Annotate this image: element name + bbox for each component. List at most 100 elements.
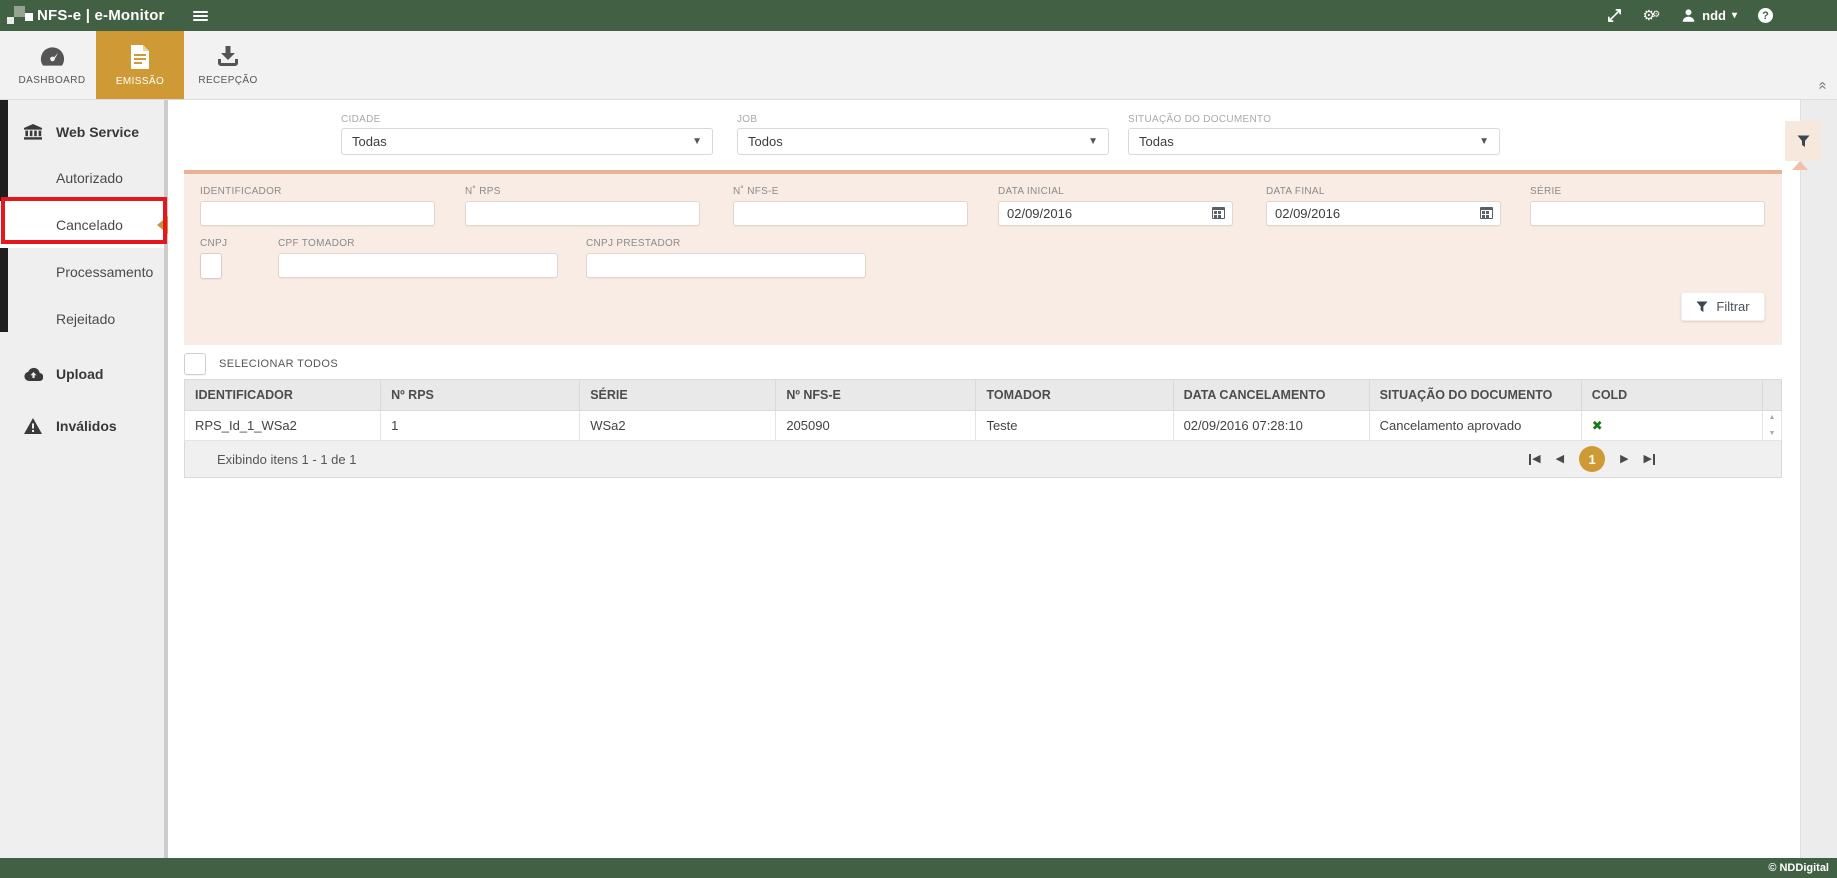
- document-icon: [129, 44, 151, 70]
- table-header-row: IDENTIFICADOR Nº RPS SÉRIE Nº NFS-E TOMA…: [185, 380, 1782, 411]
- sidebar-item-label: Autorizado: [56, 170, 123, 186]
- col-situacao[interactable]: SITUAÇÃO DO DOCUMENTO: [1369, 380, 1581, 411]
- job-select[interactable]: Todos ▼: [737, 128, 1109, 155]
- cpf-tomador-field-group: CPF TOMADOR: [278, 238, 558, 278]
- col-n-rps[interactable]: Nº RPS: [381, 380, 580, 411]
- n-rps-label: N˚ RPS: [465, 186, 700, 197]
- data-final-label: DATA FINAL: [1266, 186, 1501, 197]
- tab-recepcao[interactable]: RECEPÇÃO: [184, 31, 272, 99]
- dashboard-gauge-icon: [39, 45, 66, 69]
- col-tomador[interactable]: TOMADOR: [976, 380, 1173, 411]
- data-inicial-input[interactable]: [998, 201, 1233, 226]
- table-row[interactable]: RPS_Id_1_WSa2 1 WSa2 205090 Teste 02/09/…: [185, 411, 1782, 441]
- cell-n-rps: 1: [381, 411, 580, 441]
- sidebar-item-autorizado[interactable]: Autorizado: [0, 154, 164, 201]
- next-page-button[interactable]: ▶: [1620, 454, 1628, 465]
- scroll-up-icon: ▲: [1768, 414, 1775, 421]
- vertical-scrollbar-track[interactable]: [1800, 100, 1837, 858]
- col-data-cancelamento[interactable]: DATA CANCELAMENTO: [1173, 380, 1369, 411]
- sidebar-item-label: Web Service: [56, 124, 139, 140]
- data-inicial-label: DATA INICIAL: [998, 186, 1233, 197]
- col-scrollbar: [1762, 380, 1781, 411]
- col-cold[interactable]: COLD: [1581, 380, 1762, 411]
- collapse-toolbar-icon[interactable]: «: [1815, 81, 1830, 89]
- sidebar-item-invalidos[interactable]: Inválidos: [0, 400, 164, 452]
- col-identificador[interactable]: IDENTIFICADOR: [185, 380, 381, 411]
- col-serie[interactable]: SÉRIE: [580, 380, 776, 411]
- tab-emissao[interactable]: EMISSÃO: [96, 31, 184, 99]
- select-all-checkbox[interactable]: [184, 353, 206, 375]
- serie-field-group: SÉRIE: [1530, 186, 1765, 226]
- data-final-field-group: DATA FINAL: [1266, 186, 1501, 226]
- cell-situacao: Cancelamento aprovado: [1369, 411, 1581, 441]
- user-menu[interactable]: ndd ▾: [1681, 8, 1737, 23]
- sidebar-item-upload[interactable]: Upload: [0, 348, 164, 400]
- cell-serie: WSa2: [580, 411, 776, 441]
- cell-identificador: RPS_Id_1_WSa2: [185, 411, 381, 441]
- sidebar-item-web-service[interactable]: Web Service: [0, 110, 164, 154]
- download-icon: [215, 44, 241, 69]
- situacao-select-group: SITUAÇÃO DO DOCUMENTO Todas ▼: [1128, 114, 1500, 155]
- cpf-tomador-input[interactable]: [278, 253, 558, 278]
- sidebar-item-label: Processamento: [56, 264, 153, 280]
- cloud-upload-icon: [24, 367, 44, 381]
- calendar-icon[interactable]: [1480, 207, 1493, 219]
- serie-input[interactable]: [1530, 201, 1765, 226]
- n-nfse-field-group: N˚ NFS-E: [733, 186, 968, 226]
- n-rps-field-group: N˚ RPS: [465, 186, 700, 226]
- cnpj-checkbox[interactable]: [200, 253, 222, 279]
- situacao-label: SITUAÇÃO DO DOCUMENTO: [1128, 114, 1500, 125]
- select-all-row: SELECIONAR TODOS: [184, 353, 1837, 375]
- gears-icon[interactable]: ⚙⚙: [1643, 9, 1661, 23]
- filter-toggle-button[interactable]: [1785, 121, 1821, 161]
- user-name-label: ndd: [1702, 8, 1726, 23]
- n-rps-input[interactable]: [465, 201, 700, 226]
- funnel-icon: [1696, 301, 1708, 313]
- help-icon[interactable]: ?: [1758, 8, 1773, 23]
- sidebar-item-label: Rejeitado: [56, 311, 115, 327]
- cnpj-prestador-input[interactable]: [586, 253, 866, 278]
- chevron-down-icon: ▼: [1088, 136, 1098, 147]
- page-summary: Exibindo itens 1 - 1 de 1: [217, 452, 356, 467]
- cnpj-prestador-label: CNPJ PRESTADOR: [586, 238, 866, 249]
- sidebar-item-label: Inválidos: [56, 418, 117, 434]
- expand-icon[interactable]: [1607, 8, 1622, 23]
- cidade-label: CIDADE: [341, 114, 713, 125]
- calendar-icon[interactable]: [1212, 207, 1225, 219]
- sidebar-item-rejeitado[interactable]: Rejeitado: [0, 295, 164, 342]
- cnpj-prestador-field-group: CNPJ PRESTADOR: [586, 238, 866, 278]
- table-scrollbar[interactable]: ▲▼: [1762, 411, 1781, 441]
- cell-cold: ✖: [1581, 411, 1762, 441]
- bank-icon: [24, 124, 44, 140]
- filtrar-button[interactable]: Filtrar: [1681, 292, 1765, 321]
- tab-recepcao-label: RECEPÇÃO: [198, 75, 257, 86]
- situacao-select[interactable]: Todas ▼: [1128, 128, 1500, 155]
- footer-bar: © NDDigital: [0, 858, 1837, 878]
- data-final-input[interactable]: [1266, 201, 1501, 226]
- cidade-select[interactable]: Todas ▼: [341, 128, 713, 155]
- first-page-button[interactable]: ◀: [1529, 454, 1540, 465]
- cpf-tomador-label: CPF TOMADOR: [278, 238, 558, 249]
- filter-panel: IDENTIFICADOR N˚ RPS N˚ NFS-E DATA INICI…: [184, 170, 1782, 345]
- menu-toggle-icon[interactable]: [193, 9, 208, 23]
- last-page-button[interactable]: ▶: [1644, 454, 1655, 465]
- n-nfse-input[interactable]: [733, 201, 968, 226]
- prev-page-button[interactable]: ◀: [1556, 454, 1564, 465]
- sidebar: Web Service Autorizado Cancelado Process…: [0, 100, 168, 858]
- quick-filter-row: CIDADE Todas ▼ JOB Todos ▼ SITUAÇÃO DO D…: [168, 100, 1837, 170]
- job-value: Todos: [748, 134, 783, 149]
- cidade-value: Todas: [352, 134, 387, 149]
- chevron-down-icon: ▾: [1732, 11, 1737, 21]
- content-area: CIDADE Todas ▼ JOB Todos ▼ SITUAÇÃO DO D…: [168, 100, 1837, 858]
- copyright-label: © NDDigital: [1768, 862, 1829, 874]
- sidebar-item-processamento[interactable]: Processamento: [0, 248, 164, 295]
- col-n-nfse[interactable]: Nº NFS-E: [776, 380, 976, 411]
- cidade-select-group: CIDADE Todas ▼: [341, 114, 713, 155]
- sidebar-item-cancelado[interactable]: Cancelado: [0, 201, 164, 248]
- current-page-badge[interactable]: 1: [1579, 446, 1605, 472]
- tab-emissao-label: EMISSÃO: [116, 76, 164, 87]
- tab-dashboard[interactable]: DASHBOARD: [8, 31, 96, 99]
- situacao-value: Todas: [1139, 134, 1174, 149]
- identificador-input[interactable]: [200, 201, 435, 226]
- warning-icon: [24, 418, 44, 434]
